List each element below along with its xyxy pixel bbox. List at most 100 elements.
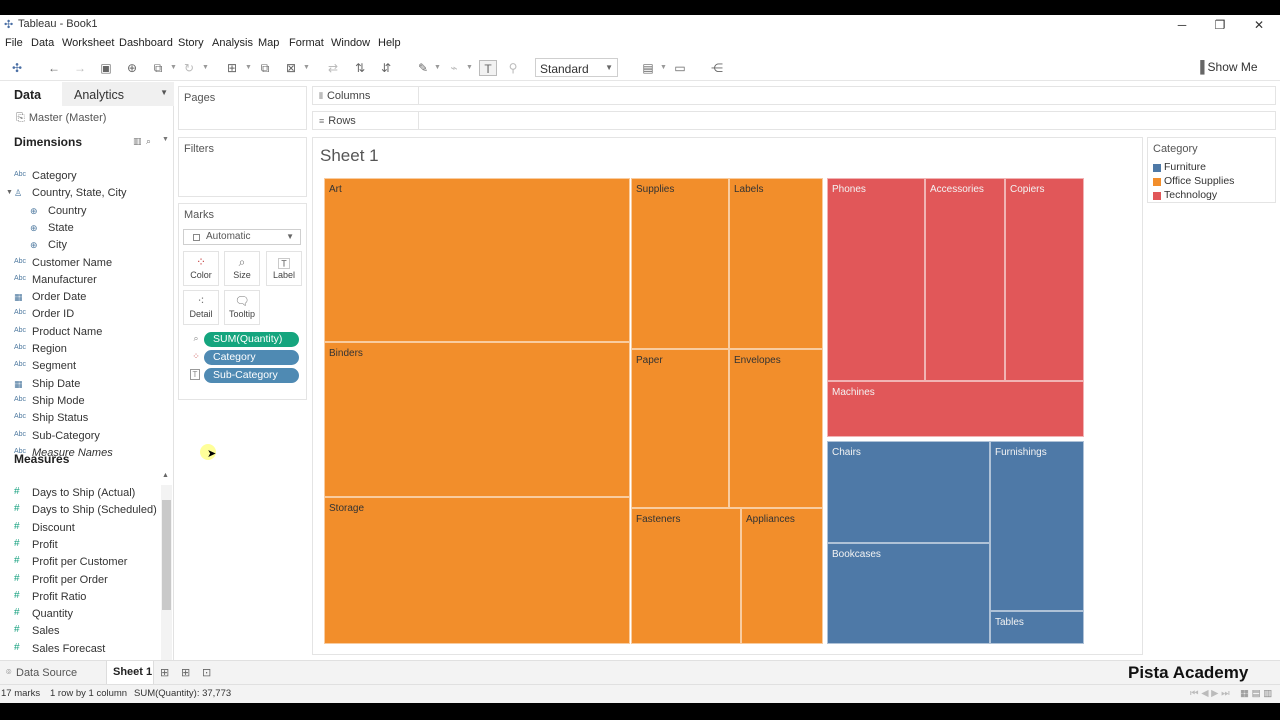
measure-field[interactable]: # Sales Forecast — [14, 642, 160, 660]
measure-field[interactable]: # Profit Ratio — [14, 590, 160, 608]
pill-sum-quantity[interactable]: SUM(Quantity) — [204, 332, 299, 347]
pause-dropdown-icon[interactable]: ▼ — [170, 60, 177, 76]
menu-analysis[interactable]: Analysis — [212, 37, 253, 49]
new-worksheet-icon[interactable]: ⊞ — [223, 60, 241, 76]
tab-analytics[interactable]: Analytics ▼ — [62, 82, 174, 106]
dimension-field[interactable]: Abc Customer Name — [14, 257, 164, 274]
presentation-mode-icon[interactable]: ▭ — [671, 60, 689, 76]
dimension-field[interactable]: ⊕ State — [30, 222, 180, 239]
show-labels-icon[interactable]: T — [479, 60, 497, 76]
menu-window[interactable]: Window — [331, 37, 370, 49]
dimension-field[interactable]: Abc Ship Mode — [14, 395, 164, 412]
expand-caret-icon[interactable]: ▼ — [6, 189, 13, 196]
new-datasource-icon[interactable]: ⊕ — [123, 60, 141, 76]
pill-sub-category[interactable]: Sub-Category — [204, 368, 299, 383]
group-icon[interactable]: ⌁ — [445, 60, 463, 76]
pause-updates-icon[interactable]: ⧉ — [149, 60, 167, 76]
new-worksheet-icon[interactable]: ⊞ — [160, 666, 169, 679]
dimension-field[interactable]: Abc Product Name — [14, 326, 164, 343]
undo-icon[interactable]: ← — [45, 60, 63, 76]
treemap-cell-binders[interactable]: Binders — [324, 342, 630, 497]
menu-format[interactable]: Format — [289, 37, 324, 49]
treemap-cell-art[interactable]: Art — [324, 178, 630, 342]
dimension-field[interactable]: Abc Region — [14, 343, 164, 360]
treemap-cell-labels[interactable]: Labels — [729, 178, 823, 349]
show-cards-icon[interactable]: ▤ — [639, 60, 657, 76]
menu-caret-icon[interactable]: ▼ — [162, 136, 169, 143]
close-icon[interactable]: ✕ — [1239, 16, 1279, 34]
highlight-dropdown-icon[interactable]: ▼ — [434, 60, 441, 76]
dimension-field[interactable]: Abc Category — [14, 170, 164, 187]
clear-sheet-icon[interactable]: ⊠ — [282, 60, 300, 76]
menu-help[interactable]: Help — [378, 37, 401, 49]
measure-field[interactable]: # Sales — [14, 624, 160, 642]
tableau-home-icon[interactable]: ✣ — [8, 60, 26, 76]
show-cards-dropdown-icon[interactable]: ▼ — [660, 60, 667, 76]
treemap-cell-accessories[interactable]: Accessories — [925, 178, 1005, 381]
view-mode-icons[interactable]: ▦ ▤ ▥ — [1240, 688, 1272, 699]
treemap-cell-storage[interactable]: Storage — [324, 497, 630, 644]
view-data-icon[interactable]: ▥ — [133, 136, 142, 147]
color-button[interactable]: ⁘ Color — [183, 251, 219, 286]
save-icon[interactable]: ▣ — [97, 60, 115, 76]
label-button[interactable]: 🅃 Label — [266, 251, 302, 286]
treemap-cell-chairs[interactable]: Chairs — [827, 441, 990, 543]
sheet-title[interactable]: Sheet 1 — [320, 146, 379, 166]
refresh-dropdown-icon[interactable]: ▼ — [202, 60, 209, 76]
fit-dropdown[interactable]: Standard ▼ — [535, 58, 618, 77]
dimension-field[interactable]: ⊕ City — [30, 239, 180, 256]
sort-descending-icon[interactable]: ⇵ — [377, 60, 395, 76]
restore-icon[interactable]: ❐ — [1200, 16, 1240, 34]
share-icon[interactable]: ⋲ — [708, 60, 726, 76]
redo-icon[interactable]: → — [71, 60, 89, 76]
scroll-up-icon[interactable]: ▲ — [162, 472, 169, 479]
dimension-field[interactable]: Abc Ship Status — [14, 412, 164, 429]
clear-dropdown-icon[interactable]: ▼ — [303, 60, 310, 76]
measure-field[interactable]: # Profit — [14, 538, 160, 556]
tab-data-source[interactable]: Data Source — [16, 667, 77, 679]
treemap-cell-tables[interactable]: Tables — [990, 611, 1084, 644]
datasource-item[interactable]: ⎘ Master (Master) — [16, 112, 106, 125]
treemap-cell-phones[interactable]: Phones — [827, 178, 925, 381]
dimension-field[interactable]: Abc Segment — [14, 360, 164, 377]
tab-data[interactable]: Data — [0, 82, 62, 106]
navigation-icons[interactable]: ⏮ ◀ ▶ ⏭ — [1190, 688, 1230, 699]
menu-story[interactable]: Story — [178, 37, 204, 49]
filters-card[interactable]: Filters — [178, 137, 307, 197]
size-button[interactable]: ⌕ Size — [224, 251, 260, 286]
new-worksheet-dropdown-icon[interactable]: ▼ — [245, 60, 252, 76]
fix-axes-icon[interactable]: ⚲ — [504, 60, 522, 76]
show-me-button[interactable]: ▐ Show Me — [1196, 60, 1258, 76]
dimension-field[interactable]: Abc Measure Names — [14, 447, 164, 464]
tooltip-button[interactable]: 🗨 Tooltip — [224, 290, 260, 325]
measure-field[interactable]: # Days to Ship (Actual) — [14, 486, 160, 504]
treemap-cell-appliances[interactable]: Appliances — [741, 508, 823, 644]
detail-button[interactable]: ⁖ Detail — [183, 290, 219, 325]
dimension-field[interactable]: ♙ Country, State, City — [14, 187, 164, 204]
refresh-icon[interactable]: ↻ — [180, 60, 198, 76]
minimize-icon[interactable]: ─ — [1162, 16, 1202, 34]
treemap-cell-envelopes[interactable]: Envelopes — [729, 349, 823, 508]
swap-icon[interactable]: ⇄ — [324, 60, 342, 76]
marks-type-dropdown[interactable]: Automatic ▼ — [183, 229, 301, 245]
new-story-icon[interactable]: ⊡ — [202, 666, 211, 679]
menu-dashboard[interactable]: Dashboard — [119, 37, 173, 49]
rows-shelf[interactable]: ≡ Rows — [312, 111, 1276, 130]
treemap-cell-fasteners[interactable]: Fasteners — [631, 508, 741, 644]
pages-card[interactable]: Pages — [178, 86, 307, 130]
treemap-cell-supplies[interactable]: Supplies — [631, 178, 729, 349]
columns-shelf[interactable]: ⦀ Columns — [312, 86, 1276, 105]
menu-file[interactable]: File — [5, 37, 23, 49]
dimension-field[interactable]: ▦ Order Date — [14, 291, 164, 308]
measure-field[interactable]: # Profit per Order — [14, 573, 160, 591]
dimension-field[interactable]: ▦ Ship Date — [14, 378, 164, 395]
scrollbar-thumb[interactable] — [162, 500, 171, 610]
duplicate-icon[interactable]: ⧉ — [256, 60, 274, 76]
measure-field[interactable]: # Profit per Customer — [14, 555, 160, 573]
menu-map[interactable]: Map — [258, 37, 279, 49]
measure-field[interactable]: # Quantity — [14, 607, 160, 625]
menu-worksheet[interactable]: Worksheet — [62, 37, 114, 49]
pill-category[interactable]: Category — [204, 350, 299, 365]
measure-field[interactable]: # Discount — [14, 521, 160, 539]
highlight-icon[interactable]: ✎ — [414, 60, 432, 76]
